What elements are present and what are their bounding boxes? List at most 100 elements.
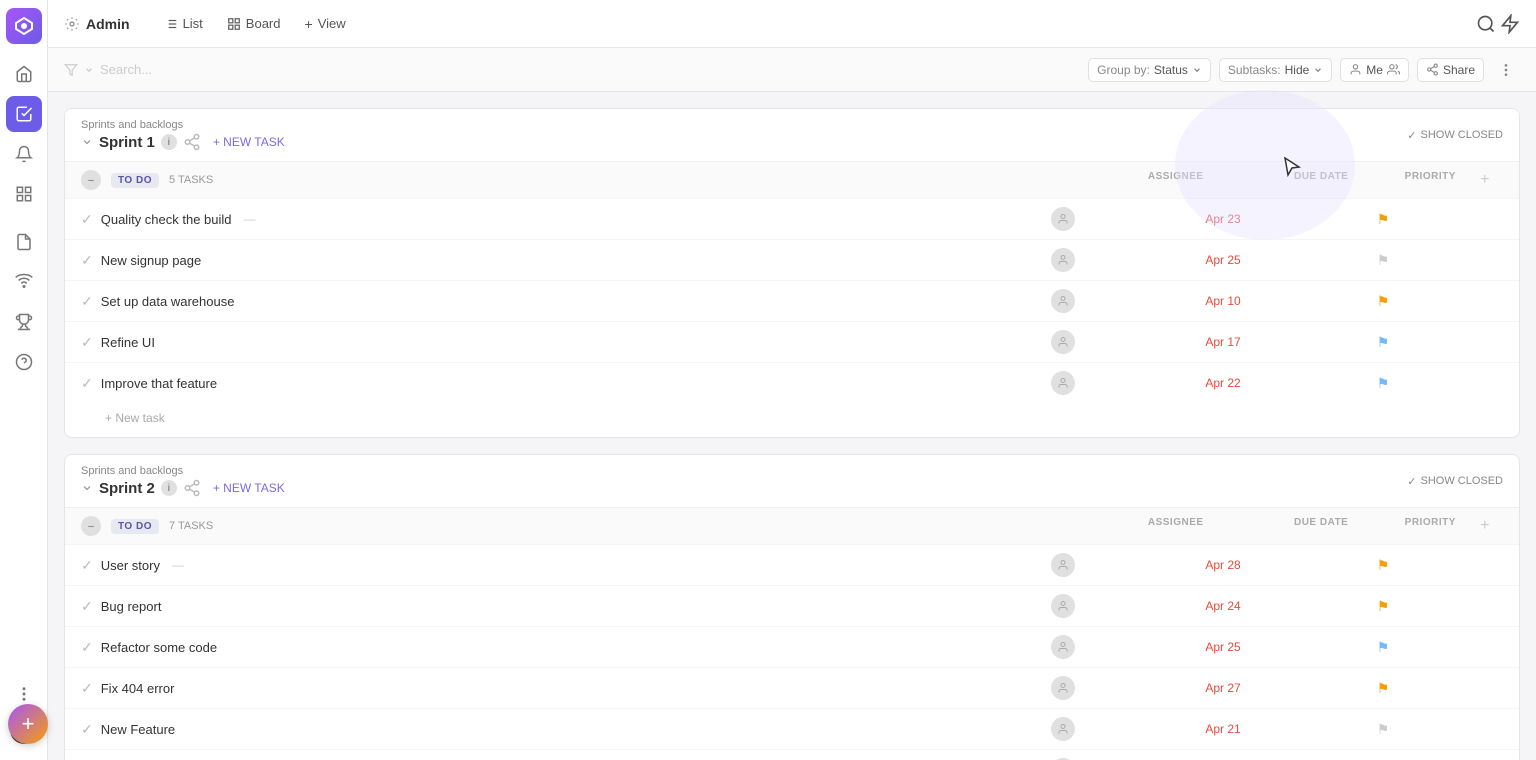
assignee-cell (983, 635, 1143, 659)
sprint2-task-list: ✓ User story — Apr 28 ⚑ ✓ Bug report (65, 544, 1519, 760)
sprint2-section-label: Sprints and backlogs (81, 465, 1399, 477)
subtasks-button[interactable]: Subtasks: Hide (1219, 58, 1332, 82)
sprint2-info-icon[interactable]: i (161, 480, 177, 496)
task-name: ✓ New signup page (81, 252, 983, 269)
assignee-avatar[interactable] (1051, 553, 1075, 577)
task-name: ✓ New Feature (81, 721, 983, 738)
assignee-avatar[interactable] (1051, 371, 1075, 395)
assignee-avatar[interactable] (1051, 207, 1075, 231)
search-icon[interactable] (1476, 14, 1496, 34)
assignee-cell (983, 553, 1143, 577)
sprint2-show-closed[interactable]: ✓ SHOW CLOSED (1407, 475, 1503, 488)
topnav-right (1476, 14, 1520, 34)
col-add2[interactable]: + (1467, 517, 1503, 535)
due-date: Apr 25 (1143, 640, 1303, 654)
sidebar-item-help[interactable] (6, 344, 42, 380)
user-icon (1349, 63, 1362, 76)
sprint1-task-count: 5 TASKS (169, 174, 213, 186)
share-icon (1426, 63, 1439, 76)
share-button[interactable]: Share (1417, 58, 1484, 82)
group-by-button[interactable]: Group by: Status (1088, 58, 1211, 82)
assignee-avatar[interactable] (1051, 635, 1075, 659)
sprint1-header: Sprints and backlogs Sprint 1 i + NEW TA… (65, 109, 1519, 161)
board-icon (227, 17, 241, 31)
task-row[interactable]: ✓ Refactor some code Apr 25 ⚑ (65, 626, 1519, 667)
task-row[interactable]: ✓ Set up data warehouse Apr 10 ⚑ (65, 280, 1519, 321)
filter-icon (64, 63, 78, 77)
sprint1-name: Sprint 1 (99, 134, 155, 151)
chevron-down-icon[interactable] (81, 136, 93, 148)
task-row[interactable]: ✓ Redesign frontend Apr 29 ⚑ (65, 749, 1519, 760)
sprint1-add-task-row[interactable]: + New task (65, 403, 1519, 437)
assignee-avatar[interactable] (1051, 330, 1075, 354)
task-row[interactable]: ✓ New Feature Apr 21 ⚑ (65, 708, 1519, 749)
assignee-avatar[interactable] (1051, 717, 1075, 741)
priority-cell: ⚑ (1303, 680, 1463, 697)
sprint1-section: Sprints and backlogs Sprint 1 i + NEW TA… (64, 108, 1520, 438)
task-row[interactable]: ✓ New signup page Apr 25 ⚑ (65, 239, 1519, 280)
sprint2-name: Sprint 2 (99, 480, 155, 497)
sprint2-task-count: 7 TASKS (169, 520, 213, 532)
sprint1-collapse-button[interactable]: – (81, 170, 101, 190)
task-name: ✓ Quality check the build — (81, 211, 983, 228)
fab-button[interactable]: + (8, 704, 48, 744)
list-icon (164, 17, 178, 31)
due-date: Apr 24 (1143, 599, 1303, 613)
task-check-icon: ✓ (81, 680, 93, 697)
lightning-icon[interactable] (1500, 14, 1520, 34)
admin-title[interactable]: Admin (64, 16, 130, 32)
group-icon (1387, 63, 1400, 76)
due-date: Apr 25 (1143, 253, 1303, 267)
sprint2-collapse-button[interactable]: – (81, 516, 101, 536)
task-name: ✓ Set up data warehouse (81, 293, 983, 310)
sidebar: C (0, 0, 48, 760)
admin-icon (64, 16, 80, 32)
col-header-assignee2: ASSIGNEE (1103, 517, 1248, 535)
due-date: Apr 10 (1143, 294, 1303, 308)
sprint1-share-icon[interactable] (183, 133, 201, 151)
assignee-avatar[interactable] (1051, 594, 1075, 618)
due-date: Apr 22 (1143, 376, 1303, 390)
assignee-cell (983, 717, 1143, 741)
sprint2-todo-group: – TO DO 7 TASKS ASSIGNEE DUE DATE PRIORI… (65, 507, 1519, 544)
sidebar-item-tasks[interactable] (6, 96, 42, 132)
nav-board[interactable]: Board (217, 11, 291, 36)
priority-cell: ⚑ (1303, 252, 1463, 269)
col-header-due-date2: DUE DATE (1248, 517, 1393, 535)
assignee-cell (983, 676, 1143, 700)
assignee-avatar[interactable] (1051, 248, 1075, 272)
sidebar-item-home[interactable] (6, 56, 42, 92)
assignee-avatar[interactable] (1051, 289, 1075, 313)
sprint1-info-icon[interactable]: i (161, 134, 177, 150)
task-row[interactable]: ✓ Quality check the build — Apr 23 ⚑ (65, 198, 1519, 239)
assignee-cell (983, 371, 1143, 395)
task-row[interactable]: ✓ Bug report Apr 24 ⚑ (65, 585, 1519, 626)
search-box[interactable]: Search... (64, 62, 152, 77)
app-logo[interactable] (6, 8, 42, 44)
me-button[interactable]: Me (1340, 58, 1409, 82)
task-check-icon: ✓ (81, 211, 93, 228)
sprint1-todo-group: – TO DO 5 TASKS ASSIGNEE DUE DATE PRIORI… (65, 161, 1519, 198)
chevron-down-icon[interactable] (81, 482, 93, 494)
sidebar-item-signal[interactable] (6, 264, 42, 300)
sprint1-new-task-button[interactable]: + NEW TASK (207, 133, 291, 151)
task-row[interactable]: ✓ Refine UI Apr 17 ⚑ (65, 321, 1519, 362)
sidebar-item-notifications[interactable] (6, 136, 42, 172)
sidebar-item-doc[interactable] (6, 224, 42, 260)
sprint2-share-icon[interactable] (183, 479, 201, 497)
task-row[interactable]: ✓ Improve that feature Apr 22 ⚑ (65, 362, 1519, 403)
task-row[interactable]: ✓ Fix 404 error Apr 27 ⚑ (65, 667, 1519, 708)
task-check-icon: ✓ (81, 293, 93, 310)
sprint2-new-task-button[interactable]: + NEW TASK (207, 479, 291, 497)
task-row[interactable]: ✓ User story — Apr 28 ⚑ (65, 544, 1519, 585)
nav-view[interactable]: + View (295, 11, 356, 37)
nav-list[interactable]: List (154, 11, 213, 36)
col-add[interactable]: + (1467, 171, 1503, 189)
more-options-button[interactable] (1492, 56, 1520, 84)
assignee-avatar[interactable] (1051, 676, 1075, 700)
sidebar-item-trophy[interactable] (6, 304, 42, 340)
sidebar-item-grid[interactable] (6, 176, 42, 212)
sprint1-task-list: ✓ Quality check the build — Apr 23 ⚑ ✓ N… (65, 198, 1519, 403)
task-name: ✓ User story — (81, 557, 983, 574)
sprint1-show-closed[interactable]: ✓ SHOW CLOSED (1407, 129, 1503, 142)
